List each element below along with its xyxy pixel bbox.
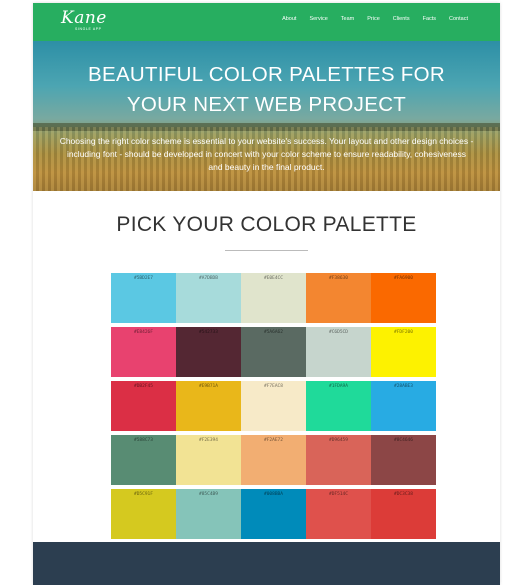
color-swatch[interactable]: #E0E4CC <box>241 273 306 323</box>
nav-item-price[interactable]: Price <box>367 16 380 22</box>
swatch-hex-label: #F2AE72 <box>264 438 283 443</box>
color-swatch[interactable]: #D5C91F <box>111 489 176 539</box>
nav-menu: About Service Team Price Clients Facts C… <box>269 16 468 22</box>
hero-title-line-2: YOUR NEXT WEB PROJECT <box>126 93 407 116</box>
color-swatch[interactable]: #008BBA <box>241 489 306 539</box>
color-swatch[interactable]: #DF514C <box>306 489 371 539</box>
nav-item-team[interactable]: Team <box>341 16 354 22</box>
swatch-hex-label: #F38630 <box>329 276 348 281</box>
swatch-hex-label: #FA6900 <box>394 276 413 281</box>
color-swatch[interactable]: #F2E394 <box>176 435 241 485</box>
swatch-hex-label: #E9B71A <box>199 384 218 389</box>
color-palette-grid: #5BD2E7 #A7DBDB #E0E4CC #F38630 #FA6900 #E842… <box>111 273 436 543</box>
color-swatch[interactable]: #E8426F <box>111 327 176 377</box>
footer <box>33 542 500 585</box>
color-swatch[interactable]: #8C4646 <box>371 435 436 485</box>
color-swatch[interactable]: #C6D5CD <box>306 327 371 377</box>
swatch-hex-label: #A7DBDB <box>199 276 218 281</box>
swatch-hex-label: #1FDA9A <box>329 384 348 389</box>
color-swatch[interactable]: #F38630 <box>306 273 371 323</box>
navbar: Kane SINGLE APP About Service Team Price… <box>33 3 500 41</box>
nav-item-facts[interactable]: Facts <box>423 16 436 22</box>
page: Kane SINGLE APP About Service Team Price… <box>33 3 500 585</box>
logo-name: Kane <box>61 8 107 28</box>
swatch-hex-label: #542733 <box>199 330 218 335</box>
swatch-hex-label: #FDF200 <box>394 330 413 335</box>
color-swatch[interactable]: #5A6A62 <box>241 327 306 377</box>
palette-row: #DB2F45 #E9B71A #F7EAC8 #1FDA9A #28ABE3 <box>111 381 436 431</box>
swatch-hex-label: #5BD2E7 <box>134 276 153 281</box>
palette-row: #D5C91F #85C4B9 #008BBA #DF514C #DC3C38 <box>111 489 436 539</box>
hero-title: BEAUTIFUL COLOR PALETTES FOR YOUR NEXT W… <box>33 60 500 120</box>
hero-banner: BEAUTIFUL COLOR PALETTES FOR YOUR NEXT W… <box>33 41 500 191</box>
color-swatch[interactable]: #FDF200 <box>371 327 436 377</box>
hero-text: Choosing the right color scheme is essen… <box>59 136 474 172</box>
nav-item-service[interactable]: Service <box>309 16 327 22</box>
section-divider <box>225 250 308 251</box>
section-title: PICK YOUR COLOR PALETTE <box>116 213 417 236</box>
color-swatch[interactable]: #DC3C38 <box>371 489 436 539</box>
swatch-hex-label: #DC3C38 <box>394 492 413 497</box>
swatch-hex-label: #E0E4CC <box>264 276 283 281</box>
color-swatch[interactable]: #F2AE72 <box>241 435 306 485</box>
logo[interactable]: Kane SINGLE APP <box>61 8 107 32</box>
color-swatch[interactable]: #E9B71A <box>176 381 241 431</box>
swatch-hex-label: #588C73 <box>134 438 153 443</box>
swatch-hex-label: #DB2F45 <box>134 384 153 389</box>
color-swatch[interactable]: #5BD2E7 <box>111 273 176 323</box>
swatch-hex-label: #008BBA <box>264 492 283 497</box>
swatch-hex-label: #C6D5CD <box>329 330 348 335</box>
color-swatch[interactable]: #542733 <box>176 327 241 377</box>
palette-row: #5BD2E7 #A7DBDB #E0E4CC #F38630 #FA6900 <box>111 273 436 323</box>
nav-item-contact[interactable]: Contact <box>449 16 468 22</box>
color-swatch[interactable]: #A7DBDB <box>176 273 241 323</box>
nav-item-clients[interactable]: Clients <box>393 16 410 22</box>
swatch-hex-label: #F7EAC8 <box>264 384 283 389</box>
swatch-hex-label: #DF514C <box>329 492 348 497</box>
palette-row: #E8426F #542733 #5A6A62 #C6D5CD #FDF200 <box>111 327 436 377</box>
swatch-hex-label: #28ABE3 <box>394 384 413 389</box>
palette-row: #588C73 #F2E394 #F2AE72 #D96459 #8C4646 <box>111 435 436 485</box>
swatch-hex-label: #5A6A62 <box>264 330 283 335</box>
color-swatch[interactable]: #F7EAC8 <box>241 381 306 431</box>
color-swatch[interactable]: #85C4B9 <box>176 489 241 539</box>
color-swatch[interactable]: #FA6900 <box>371 273 436 323</box>
swatch-hex-label: #D96459 <box>329 438 348 443</box>
color-swatch[interactable]: #1FDA9A <box>306 381 371 431</box>
color-swatch[interactable]: #28ABE3 <box>371 381 436 431</box>
swatch-hex-label: #85C4B9 <box>199 492 218 497</box>
swatch-hex-label: #8C4646 <box>394 438 413 443</box>
hero-title-line-1: BEAUTIFUL COLOR PALETTES FOR <box>88 63 445 86</box>
swatch-hex-label: #D5C91F <box>134 492 153 497</box>
nav-item-about[interactable]: About <box>282 16 296 22</box>
swatch-hex-label: #F2E394 <box>199 438 218 443</box>
color-swatch[interactable]: #D96459 <box>306 435 371 485</box>
swatch-hex-label: #E8426F <box>134 330 153 335</box>
color-swatch[interactable]: #DB2F45 <box>111 381 176 431</box>
color-swatch[interactable]: #588C73 <box>111 435 176 485</box>
